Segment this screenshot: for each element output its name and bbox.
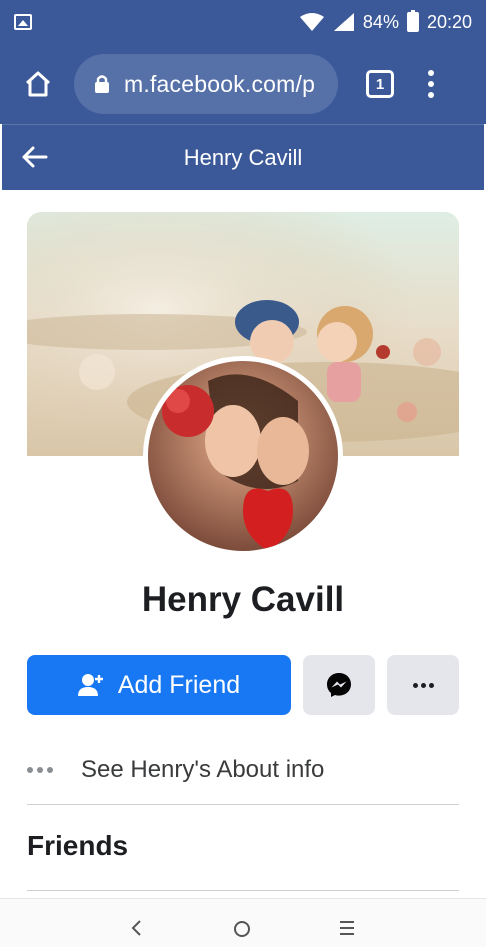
- battery-percent: 84%: [362, 11, 399, 32]
- page-header: Henry Cavill: [2, 124, 484, 190]
- url-bar[interactable]: m.facebook.com/p: [74, 54, 338, 114]
- page-title: Henry Cavill: [183, 144, 303, 170]
- messenger-icon: [327, 673, 351, 697]
- system-navigation-bar: [0, 898, 486, 947]
- add-friend-icon: [77, 674, 103, 696]
- lock-icon: [95, 75, 109, 93]
- more-vertical-icon[interactable]: [428, 70, 434, 98]
- back-icon[interactable]: [130, 919, 142, 937]
- home-icon[interactable]: [18, 64, 58, 104]
- signal-icon: [333, 13, 354, 31]
- battery-charging-icon: [406, 10, 419, 32]
- status-bar: 84% 20:20: [0, 0, 486, 44]
- more-options-button[interactable]: [387, 655, 459, 715]
- add-friend-label: Add Friend: [117, 670, 241, 699]
- home-circle-icon[interactable]: [234, 921, 250, 937]
- divider: [27, 804, 459, 805]
- messenger-button[interactable]: [303, 655, 375, 715]
- image-icon: [14, 14, 32, 30]
- clock: 20:20: [426, 11, 472, 32]
- divider: [27, 890, 459, 891]
- about-label: See Henry's About info: [81, 756, 325, 783]
- profile-name: Henry Cavill: [141, 580, 345, 619]
- profile-actions: Add Friend: [27, 655, 459, 715]
- status-right: 84% 20:20: [299, 10, 472, 33]
- recents-icon[interactable]: [340, 921, 354, 935]
- friends-section-title: Friends: [27, 830, 129, 861]
- url-text: m.facebook.com/p: [124, 70, 316, 97]
- profile-avatar[interactable]: [143, 356, 343, 556]
- wifi-icon: [299, 13, 324, 31]
- ellipsis-icon: [27, 767, 81, 773]
- add-friend-button[interactable]: Add Friend: [27, 655, 291, 715]
- browser-toolbar: m.facebook.com/p 1: [0, 44, 486, 124]
- arrow-left-icon[interactable]: [20, 145, 48, 169]
- see-about-info-link[interactable]: See Henry's About info: [27, 750, 459, 790]
- tab-switcher-button[interactable]: 1: [366, 70, 394, 98]
